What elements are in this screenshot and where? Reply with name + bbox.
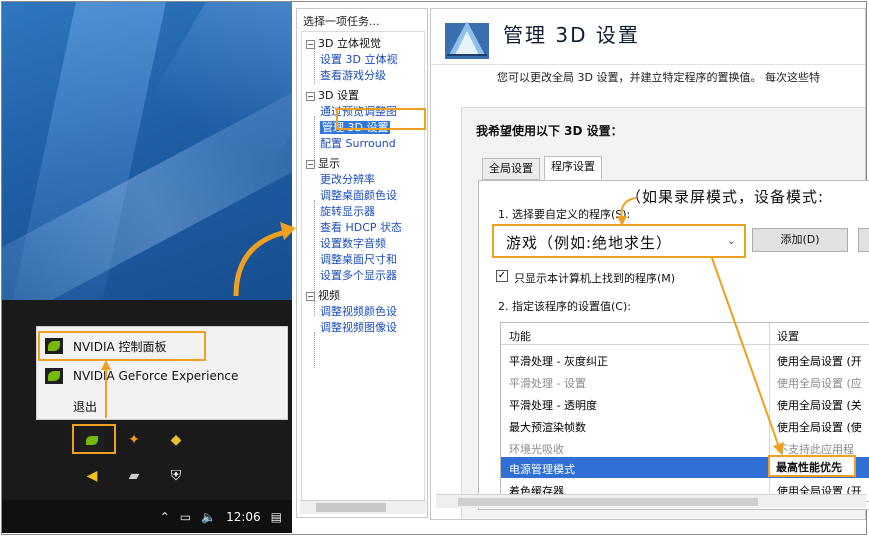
column-header-setting[interactable]: 设置 xyxy=(777,328,799,344)
highlight-manage-3d-tree-item xyxy=(336,108,426,130)
tree-item[interactable]: 调整视频颜色设 xyxy=(320,304,397,320)
main-horizontal-scrollbar[interactable] xyxy=(436,494,866,508)
notification-icon[interactable]: ▤ xyxy=(271,510,282,524)
page-description: 您可以更改全局 3D 设置，并建立特定程序的置换值。 每次这些特 xyxy=(497,71,820,84)
tree-horizontal-scrollbar[interactable] xyxy=(300,500,426,514)
geforce-icon xyxy=(45,368,63,384)
program-select-value: 游戏（例如:绝地求生） xyxy=(506,234,673,252)
tab-global-settings[interactable]: 全局设置 xyxy=(482,158,540,180)
tree-item[interactable]: 调整视频图像设 xyxy=(320,320,397,336)
collapse-icon[interactable]: − xyxy=(306,291,315,301)
shield-tray-icon[interactable]: ⛨ xyxy=(164,464,188,488)
power-mode-value-dropdown[interactable]: 最高性能优先 xyxy=(768,455,856,477)
volume-icon[interactable]: 🔈 xyxy=(201,510,216,524)
task-tree-title: 选择一项任务... xyxy=(303,15,380,28)
app-tray-icon[interactable]: ◆ xyxy=(164,428,188,452)
menu-item-label: NVIDIA GeForce Experience xyxy=(73,369,239,383)
task-tree: −3D 立体视觉 设置 3D 立体视 查看游戏分级 −3D 设置 通过预览调整图… xyxy=(301,31,425,509)
menu-item-label: 退出 xyxy=(73,399,98,414)
highlight-nvidia-menu-item xyxy=(38,331,206,361)
page-title: 管理 3D 设置 xyxy=(503,23,640,47)
table-row[interactable]: 平滑处理 - 透明度 使用全局设置 (关 xyxy=(501,393,869,414)
tree-item[interactable]: 设置数字音频 xyxy=(320,236,386,252)
tree-item[interactable]: 调整桌面尺寸和 xyxy=(320,252,397,268)
chevron-down-icon[interactable]: ⌄ xyxy=(727,234,736,247)
taskbar: ⌃ ▭ 🔈 12:06 ▤ xyxy=(2,500,292,533)
program-select[interactable]: 游戏（例如:绝地求生） ⌄ xyxy=(492,224,746,258)
grid-header: 功能 设置 xyxy=(501,323,869,345)
drive-tray-icon[interactable]: ▰ xyxy=(122,464,146,488)
tree-item[interactable]: 更改分辨率 xyxy=(320,172,375,188)
chevron-up-icon[interactable]: ⌃ xyxy=(160,510,170,524)
tree-item[interactable]: 设置 3D 立体视 xyxy=(320,52,397,68)
table-row[interactable]: 平滑处理 - 设置 使用全局设置 (应 xyxy=(501,371,869,392)
show-only-checkbox-label: 只显示本计算机上找到的程序(M) xyxy=(514,272,676,285)
tree-item[interactable]: 旋转显示器 xyxy=(320,204,375,220)
table-row[interactable]: 平滑处理 - 灰度纠正 使用全局设置 (开 xyxy=(501,349,869,370)
tree-group-3d-settings[interactable]: −3D 设置 xyxy=(306,88,359,104)
tool-tray-icon[interactable]: ✦ xyxy=(122,428,146,452)
screenshot-root: NVIDIA 控制面板 NVIDIA GeForce Experience 退出… xyxy=(0,0,869,537)
add-program-button[interactable]: 添加(D) xyxy=(752,228,848,252)
menu-item-geforce-experience[interactable]: NVIDIA GeForce Experience xyxy=(37,363,289,389)
collapse-icon[interactable]: − xyxy=(306,159,315,169)
tree-item[interactable]: 查看游戏分级 xyxy=(320,68,386,84)
desktop-wallpaper xyxy=(2,2,292,300)
tree-item[interactable]: 调整桌面颜色设 xyxy=(320,188,397,204)
tree-group-display[interactable]: − 显示 xyxy=(306,156,340,172)
3d-settings-icon xyxy=(445,21,489,59)
network-icon[interactable]: ▭ xyxy=(180,510,191,524)
table-row[interactable]: 最大预渲染帧数 使用全局设置 (使 xyxy=(501,415,869,436)
tree-item[interactable]: 配置 Surround xyxy=(320,136,396,152)
extra-button[interactable] xyxy=(858,228,869,252)
scrollbar-thumb[interactable] xyxy=(316,503,386,512)
speaker-tray-icon[interactable]: ◀ xyxy=(80,464,104,488)
step1-label: 1. 选择要自定义的程序(S): xyxy=(498,208,631,221)
collapse-icon[interactable]: − xyxy=(306,91,315,101)
menu-item-exit[interactable]: 退出 xyxy=(37,393,289,419)
scrollbar-thumb[interactable] xyxy=(458,498,758,506)
collapse-icon[interactable]: − xyxy=(306,39,315,49)
step2-label: 2. 指定该程序的设置值(C): xyxy=(498,300,631,313)
tree-group-video[interactable]: − 视频 xyxy=(306,288,340,304)
tree-group-3d-stereo[interactable]: −3D 立体视觉 xyxy=(306,36,381,52)
tree-item[interactable]: 设置多个显示器 xyxy=(320,268,397,284)
section-label: 我希望使用以下 3D 设置： xyxy=(476,124,623,138)
tab-program-settings[interactable]: 程序设置 xyxy=(544,156,602,180)
task-tree-panel: 选择一项任务... −3D 立体视觉 设置 3D 立体视 查看游戏分级 −3D … xyxy=(296,8,428,518)
annotation-note: （如果录屏模式，设备模式: xyxy=(626,188,825,206)
tree-item[interactable]: 查看 HDCP 状态 xyxy=(320,220,402,236)
column-header-feature[interactable]: 功能 xyxy=(509,328,531,344)
taskbar-clock[interactable]: 12:06 xyxy=(226,510,261,524)
highlight-nvidia-tray-icon xyxy=(72,424,116,454)
page-header: 管理 3D 设置 xyxy=(431,9,865,65)
show-only-checkbox[interactable]: ✓ xyxy=(496,270,508,282)
